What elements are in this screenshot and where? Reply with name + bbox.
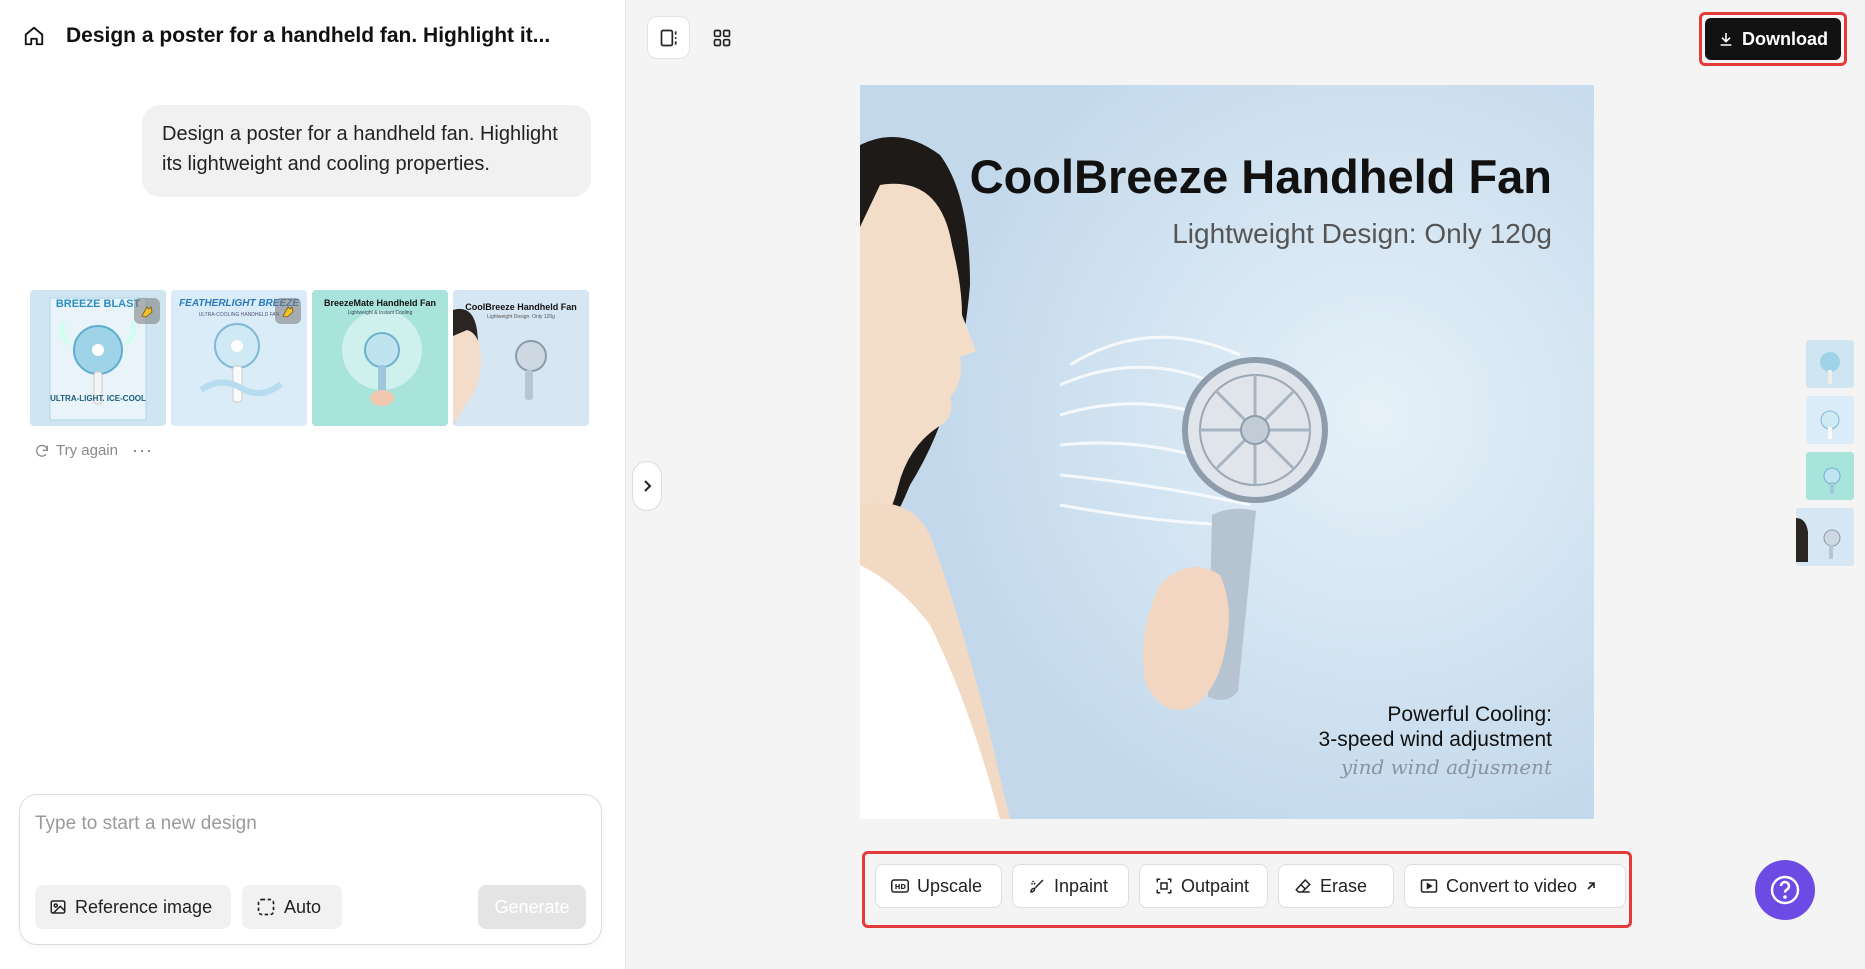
result-thumbnail-4[interactable]: CoolBreeze Handheld Fan Lightweight Desi… [453, 290, 589, 426]
single-view-button[interactable] [647, 16, 690, 59]
reference-image-button[interactable]: Reference image [35, 885, 231, 929]
auto-mode-label: Auto [284, 896, 322, 917]
home-icon[interactable] [20, 22, 48, 50]
edit-tools: HD Upscale Inpaint Outpaint Erase Conver… [875, 864, 1626, 908]
poster-ghost-text: yind wind adjusment [1340, 755, 1552, 779]
variant-thumbnail-1[interactable] [1806, 340, 1854, 388]
user-message-bubble: Design a poster for a handheld fan. High… [142, 105, 591, 197]
edit-tools-highlight: HD Upscale Inpaint Outpaint Erase Conver… [862, 851, 1632, 928]
result-actions: Try again ··· [34, 440, 153, 461]
result-thumbnail-2[interactable]: FEATHERLIGHT BREEZE ULTRA-COOLING HANDHE… [171, 290, 307, 426]
hand-edit-icon[interactable] [275, 298, 301, 324]
svg-text:HD: HD [895, 883, 907, 891]
hd-icon: HD [891, 879, 909, 893]
refresh-icon [36, 444, 48, 457]
result-thumbnail-4-subtitle: Lightweight Design: Only 120g [487, 314, 555, 320]
generate-button[interactable]: Generate [478, 885, 586, 929]
download-label: Download [1742, 28, 1828, 49]
convert-to-video-button[interactable]: Convert to video [1404, 864, 1626, 908]
view-mode-toggle [647, 16, 743, 59]
download-icon [1720, 33, 1732, 46]
chat-panel: Design a poster for a handheld fan. High… [0, 0, 626, 969]
prompt-composer: Reference image Auto Generate [19, 794, 602, 945]
try-again-button[interactable]: Try again [34, 442, 118, 459]
more-options-button[interactable]: ··· [132, 440, 153, 461]
question-icon [1770, 875, 1800, 905]
convert-to-video-label: Convert to video [1446, 875, 1578, 896]
variant-thumbnail-3[interactable] [1806, 452, 1854, 500]
result-thumbnail-3-title: BreezeMate Handheld Fan [323, 298, 437, 308]
conversation-title: Design a poster for a handheld fan. High… [66, 24, 551, 47]
result-thumbnail-1-subtitle: ULTRA-LIGHT. ICE-COOL [50, 394, 146, 403]
outpaint-button[interactable]: Outpaint [1139, 864, 1268, 908]
variant-thumbnail-4[interactable] [1796, 508, 1854, 566]
variant-strip [1790, 340, 1854, 566]
grid-view-button[interactable] [700, 16, 743, 59]
video-icon [1420, 879, 1438, 893]
chevron-right-icon [644, 480, 652, 492]
reference-image-label: Reference image [75, 896, 213, 917]
result-thumbnails: BREEZE BLAST ULTRA-LIGHT. ICE-COOL FEATH… [30, 290, 589, 426]
eraser-icon [1295, 878, 1311, 893]
auto-mode-button[interactable]: Auto [242, 885, 342, 929]
result-thumbnail-3[interactable]: BreezeMate Handheld Fan Lightweight & In… [312, 290, 448, 426]
poster-title: CoolBreeze Handheld Fan [969, 150, 1552, 203]
image-icon [50, 900, 66, 914]
external-arrow-icon [1587, 882, 1595, 890]
poster-preview[interactable]: CoolBreeze Handheld Fan Lightweight Desi… [860, 85, 1594, 819]
variant-thumbnail-2[interactable] [1806, 396, 1854, 444]
erase-label: Erase [1320, 875, 1368, 896]
outpaint-label: Outpaint [1181, 875, 1250, 896]
poster-feature-line-2: 3-speed wind adjustment [1318, 728, 1552, 751]
single-view-icon [660, 29, 676, 46]
result-thumbnail-4-title: CoolBreeze Handheld Fan [465, 302, 577, 312]
upscale-button[interactable]: HD Upscale [875, 864, 1002, 908]
dashed-frame-icon [257, 898, 275, 916]
download-highlight: Download [1699, 12, 1847, 66]
brush-icon [1030, 879, 1044, 893]
download-button[interactable]: Download [1705, 18, 1841, 60]
poster-subtitle: Lightweight Design: Only 120g [1172, 218, 1552, 249]
try-again-label: Try again [56, 442, 118, 459]
inpaint-label: Inpaint [1054, 875, 1109, 896]
poster-feature-line-1: Powerful Cooling: [1387, 703, 1552, 726]
upscale-label: Upscale [917, 875, 983, 896]
chat-header: Design a poster for a handheld fan. High… [20, 22, 550, 50]
help-button[interactable] [1755, 860, 1815, 920]
hand-edit-icon[interactable] [134, 298, 160, 324]
grid-view-icon [713, 29, 730, 46]
prompt-input[interactable] [35, 813, 575, 835]
expand-panel-button[interactable] [632, 461, 662, 511]
result-thumbnail-1[interactable]: BREEZE BLAST ULTRA-LIGHT. ICE-COOL [30, 290, 166, 426]
expand-frame-icon [1156, 878, 1172, 894]
inpaint-button[interactable]: Inpaint [1012, 864, 1129, 908]
result-thumbnail-3-subtitle: Lightweight & Instant Cooling [347, 310, 413, 316]
erase-button[interactable]: Erase [1278, 864, 1394, 908]
